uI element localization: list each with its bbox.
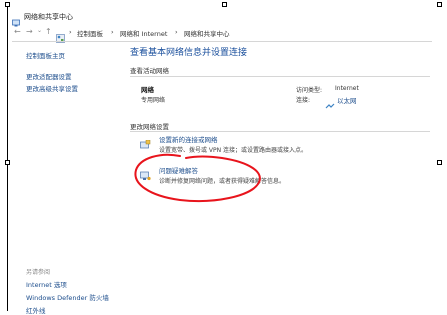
option-new-connection-link[interactable]: 设置新的连接或网络 [159, 134, 218, 144]
forward-arrow-icon[interactable]: → [26, 28, 33, 36]
see-also-heading: 另请参阅 [26, 269, 51, 276]
sidebar: 控制面板主页 更改适配器设置 更改高级共享设置 另请参阅 Internet 选项… [26, 50, 116, 315]
address-bar: ← → ⌄ ↑ › 控制面板 › 网络和 Internet › 网络和共享中心 [12, 27, 432, 43]
title-bar: 网络和共享中心 [12, 11, 432, 27]
breadcrumb-item-network-internet[interactable]: 网络和 Internet [120, 28, 167, 38]
connections-label: 连接: [296, 97, 311, 104]
address-divider [12, 41, 432, 42]
resize-handle-middle-right[interactable] [437, 160, 442, 165]
window-title: 网络和共享中心 [24, 13, 73, 21]
breadcrumb-separator: › [175, 28, 178, 36]
breadcrumb-item-network-share-center[interactable]: 网络和共享中心 [184, 28, 230, 38]
active-networks-divider [130, 76, 430, 77]
resize-handle-top-left[interactable] [5, 2, 10, 7]
network-share-icon [12, 12, 20, 27]
up-arrow-icon[interactable]: ↑ [45, 28, 52, 36]
see-also-windows-defender[interactable]: Windows Defender 防火墙 [26, 292, 109, 302]
page-title: 查看基本网络信息并设置连接 [130, 48, 248, 58]
network-name: 网络 [141, 86, 154, 94]
control-panel-icon [56, 28, 65, 43]
see-also-infrared[interactable]: 红外线 [26, 305, 46, 315]
see-also-internet-options[interactable]: Internet 选项 [26, 279, 67, 289]
breadcrumb-separator: › [111, 28, 114, 36]
back-arrow-icon[interactable]: ← [14, 28, 21, 36]
sidebar-item-control-panel-home[interactable]: 控制面板主页 [26, 50, 65, 60]
chevron-down-icon[interactable]: ⌄ [37, 27, 42, 35]
annotation-circle [134, 153, 261, 203]
resize-handle-top-right[interactable] [437, 2, 442, 7]
ethernet-connection-link[interactable]: 以太网 [337, 95, 357, 105]
access-type-label: 访问类型: [296, 87, 323, 94]
network-type: 专用网络 [141, 97, 166, 104]
resize-handle-middle-left[interactable] [5, 160, 10, 165]
sidebar-item-change-adapter[interactable]: 更改适配器设置 [26, 71, 72, 81]
breadcrumb-separator: › [69, 28, 72, 36]
sidebar-item-advanced-sharing[interactable]: 更改高级共享设置 [26, 83, 78, 93]
change-settings-divider [130, 131, 430, 132]
ethernet-icon [325, 95, 335, 109]
selection-frame-left [7, 5, 8, 311]
access-type-value: Internet [335, 85, 359, 92]
active-networks-heading: 查看活动网络 [130, 67, 169, 75]
new-connection-icon [140, 135, 151, 149]
change-settings-heading: 更改网络设置 [130, 123, 169, 131]
breadcrumb-item-control-panel[interactable]: 控制面板 [77, 28, 103, 38]
resize-handle-top-center[interactable] [222, 2, 227, 7]
